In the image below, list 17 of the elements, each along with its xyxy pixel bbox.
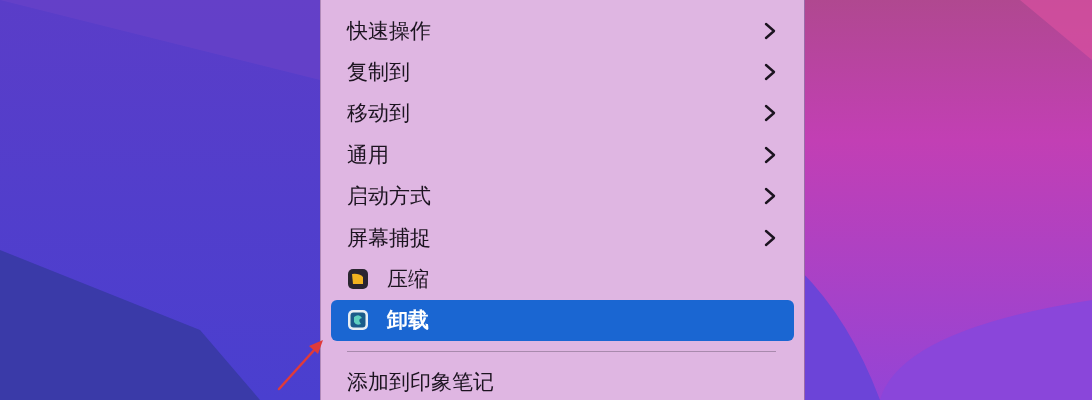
chevron-right-icon — [764, 21, 776, 40]
chevron-right-icon — [764, 145, 776, 164]
menu-item[interactable]: 通用 — [331, 134, 794, 176]
chevron-right-icon — [764, 104, 776, 123]
menu-item[interactable]: 启动方式 — [331, 175, 794, 217]
menu-item[interactable]: 复制到 — [331, 51, 794, 93]
menu-item[interactable]: 卸载 — [331, 299, 794, 342]
menu-item[interactable]: 屏幕捕捉 — [331, 216, 794, 259]
chevron-right-icon — [764, 228, 776, 247]
menu-item[interactable]: 移动到 — [331, 92, 794, 135]
menu-item[interactable]: 快速操作 — [331, 10, 794, 52]
chevron-right-icon — [764, 63, 776, 82]
menu-item[interactable]: 添加到印象笔记 — [331, 361, 794, 400]
chevron-right-icon — [764, 187, 776, 206]
archive-app-icon — [347, 268, 369, 291]
uninstaller-app-icon — [347, 309, 369, 332]
menu-item[interactable]: 压缩 — [331, 258, 794, 300]
